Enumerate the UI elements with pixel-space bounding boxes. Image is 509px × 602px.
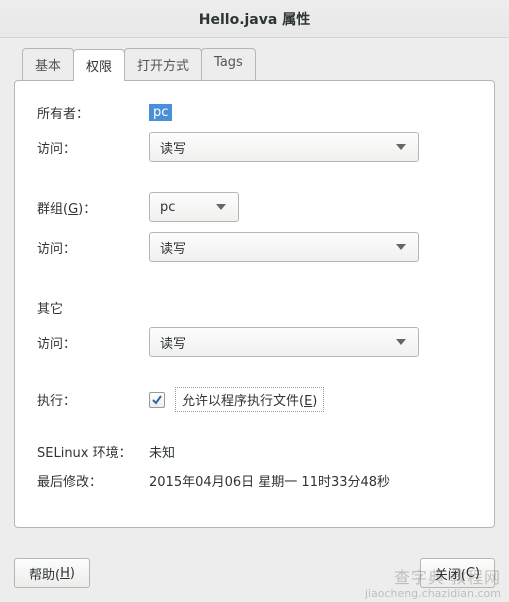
value-owner: pc [149, 104, 172, 121]
label-owner: 所有者： [37, 103, 149, 122]
check-icon [152, 395, 162, 405]
tab-panel-permissions: 所有者： pc 访问： 读写 群组(G)： pc [14, 80, 495, 528]
execute-label[interactable]: 允许以程序执行文件(E) [175, 387, 324, 412]
chevron-down-icon [392, 238, 410, 256]
tab-basic[interactable]: 基本 [22, 48, 74, 80]
label-owner-access: 访问： [37, 138, 149, 157]
dialog-buttons: 帮助(H) 关闭(C) [14, 558, 495, 588]
checkbox-execute[interactable] [149, 392, 165, 408]
chevron-down-icon [212, 198, 230, 216]
combo-group[interactable]: pc [149, 192, 239, 222]
combo-group-access-value: 读写 [160, 238, 186, 257]
tabstrip: 基本 权限 打开方式 Tags [22, 48, 495, 80]
execute-row: 允许以程序执行文件(E) [149, 387, 472, 412]
chevron-down-icon [392, 333, 410, 351]
window-titlebar: Hello.java 属性 [0, 0, 509, 38]
label-group: 群组(G)： [37, 198, 149, 217]
combo-group-access[interactable]: 读写 [149, 232, 419, 262]
content-area: 基本 权限 打开方式 Tags 所有者： pc 访问： 读写 群组(G)： [14, 48, 495, 542]
value-selinux: 未知 [149, 442, 472, 461]
close-button[interactable]: 关闭(C) [420, 558, 495, 588]
label-group-access: 访问： [37, 238, 149, 257]
help-button[interactable]: 帮助(H) [14, 558, 90, 588]
tab-permissions[interactable]: 权限 [73, 49, 125, 81]
window-title: Hello.java 属性 [199, 9, 310, 29]
combo-owner-access-value: 读写 [160, 138, 186, 157]
value-owner-wrap: pc [149, 104, 472, 121]
combo-others-access[interactable]: 读写 [149, 327, 419, 357]
combo-group-value: pc [160, 200, 175, 215]
section-others: 其它 [37, 298, 472, 317]
tab-tags[interactable]: Tags [201, 48, 256, 80]
value-lastmod: 2015年04月06日 星期一 11时33分48秒 [149, 471, 472, 490]
combo-others-access-value: 读写 [160, 333, 186, 352]
label-lastmod: 最后修改： [37, 471, 149, 490]
combo-owner-access[interactable]: 读写 [149, 132, 419, 162]
label-execute: 执行： [37, 390, 149, 409]
combo-group-wrap: pc [149, 192, 472, 222]
label-selinux: SELinux 环境： [37, 442, 149, 461]
chevron-down-icon [392, 138, 410, 156]
tab-openwith[interactable]: 打开方式 [124, 48, 202, 80]
label-others-access: 访问： [37, 333, 149, 352]
